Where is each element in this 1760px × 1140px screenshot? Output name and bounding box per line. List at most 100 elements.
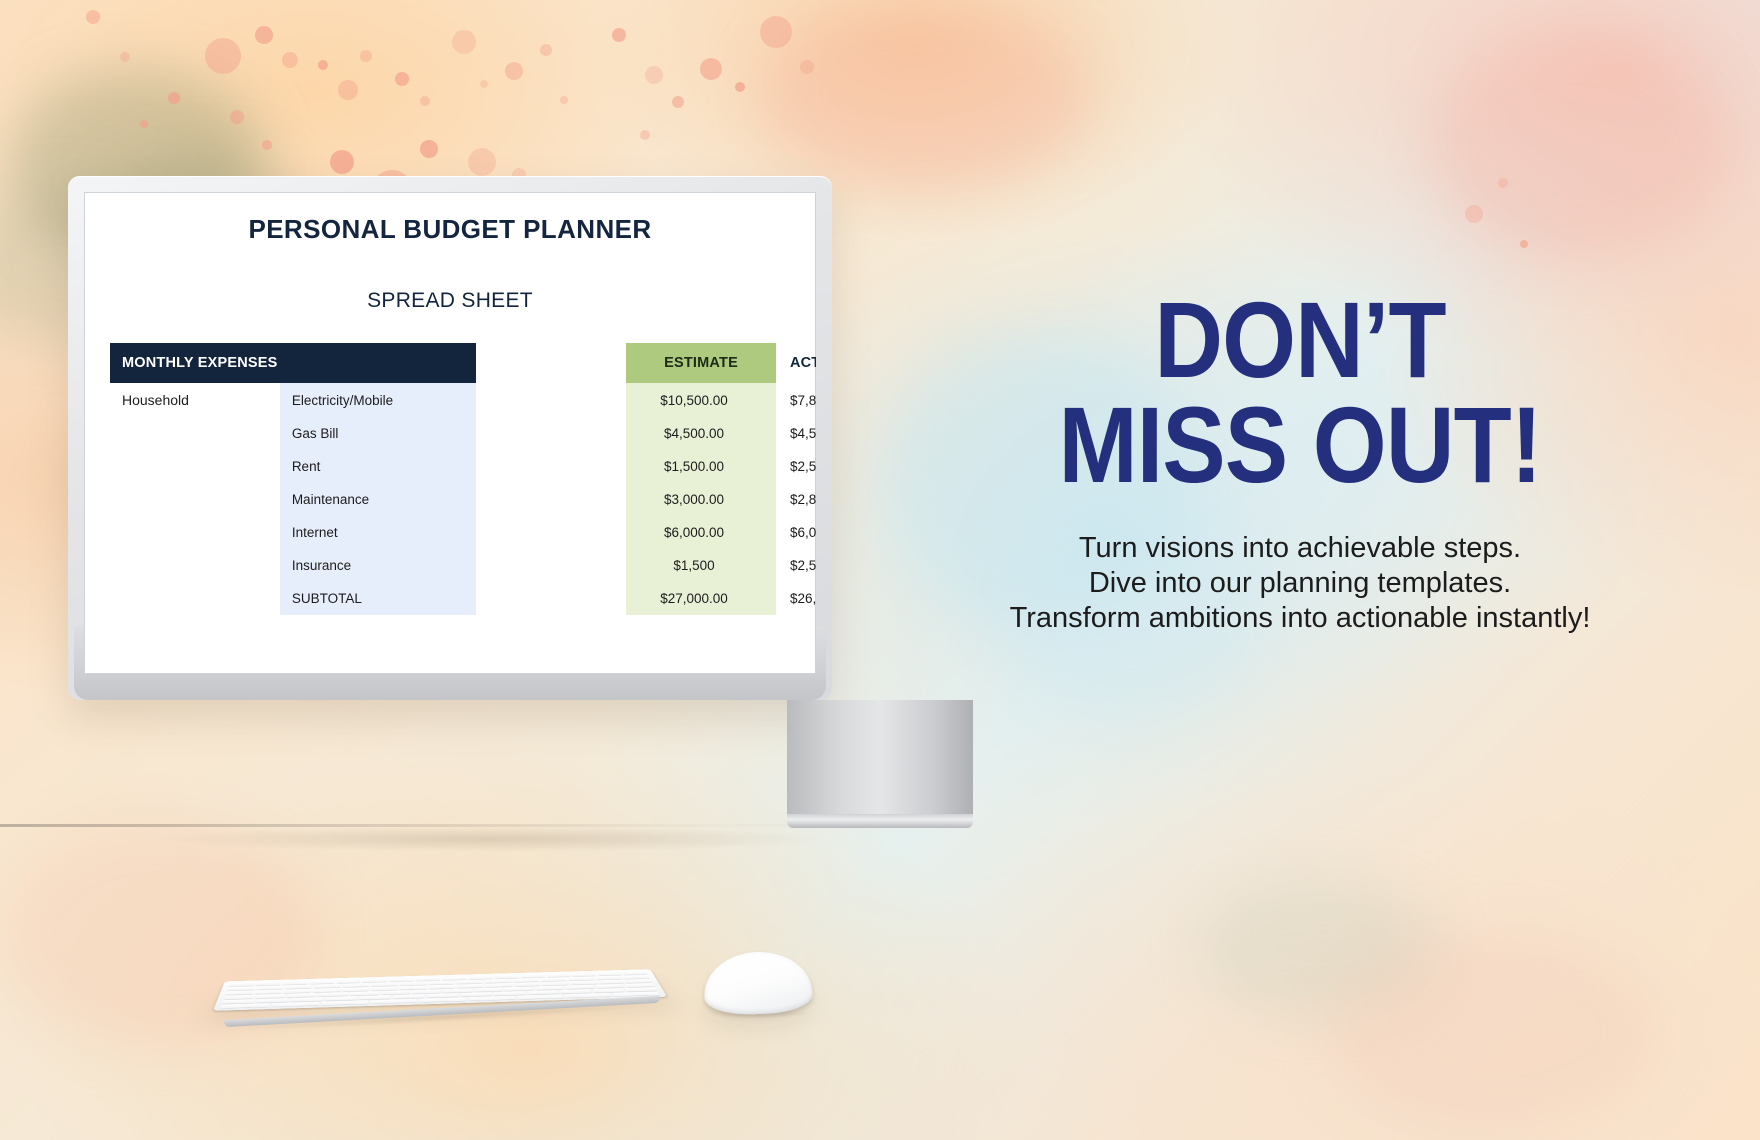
column-header-estimate: ESTIMATE	[626, 343, 776, 383]
paint-splatter-dot	[120, 52, 130, 62]
page-title: PERSONAL BUDGET PLANNER	[110, 214, 790, 245]
table-row: Rent$1,500.00$2,500.00	[110, 450, 790, 483]
cell-estimate[interactable]: $3,000.00	[626, 483, 776, 516]
table-row: SUBTOTAL$27,000.00$26,100.00	[110, 582, 790, 615]
cell-estimate[interactable]: $6,000.00	[626, 516, 776, 549]
paint-splatter-dot	[672, 96, 684, 108]
row-group-label: Household	[110, 383, 280, 417]
cell-estimate[interactable]: $4,500.00	[626, 417, 776, 450]
cell-estimate[interactable]: $1,500	[626, 549, 776, 582]
table-row: Household Electricity/Mobile $10,500.00 $7,…	[110, 383, 790, 417]
keyboard-key[interactable]	[565, 993, 612, 998]
paint-splatter-dot	[505, 62, 523, 80]
cell-spacer	[776, 383, 790, 417]
keyboard-key[interactable]	[625, 983, 655, 987]
paint-splatter-dot	[230, 110, 244, 124]
paint-splatter-dot	[540, 44, 552, 56]
cell-spacer	[776, 582, 790, 615]
keyboard-key[interactable]	[474, 988, 503, 992]
cell-spacer	[476, 516, 626, 549]
paint-splatter-dot	[1520, 240, 1528, 248]
cell-spacer	[776, 417, 790, 450]
paint-splatter-dot	[205, 38, 241, 74]
paint-splatter-dot	[360, 50, 372, 62]
paint-splatter-dot	[480, 80, 488, 88]
row-group-empty	[110, 417, 280, 450]
cell-spacer	[476, 450, 626, 483]
pink-wash-blot	[1430, 30, 1730, 260]
table-row: Maintenance$3,000.00$2,800.00	[110, 483, 790, 516]
cell-spacer	[476, 549, 626, 582]
paint-splatter-dot	[735, 82, 745, 92]
keyboard-key[interactable]	[420, 997, 467, 1002]
promo-body-line: Transform ambitions into actionable inst…	[880, 601, 1720, 636]
keyboard-key[interactable]	[321, 1000, 369, 1005]
keyboard-key[interactable]	[571, 973, 596, 977]
monitor-stand-neck	[787, 700, 973, 816]
desk-edge-line	[0, 824, 1000, 827]
monitor-screen[interactable]: PERSONAL BUDGET PLANNER SPREAD SHEET MON…	[84, 192, 816, 674]
paint-splatter-dot	[140, 120, 148, 128]
paint-splatter-dot	[640, 130, 650, 140]
keyboard-key[interactable]	[271, 1002, 320, 1007]
keyboard-key[interactable]	[517, 995, 564, 1000]
table-row: Insurance$1,500$2,500	[110, 549, 790, 582]
cell-spacer	[476, 417, 626, 450]
row-group-empty	[110, 582, 280, 615]
row-group-empty	[110, 450, 280, 483]
keyboard-key[interactable]	[220, 1003, 269, 1008]
monitor-shadow	[150, 826, 830, 852]
paint-splatter-dot	[800, 60, 814, 74]
keyboard-key[interactable]	[381, 990, 410, 994]
cell-spacer	[776, 450, 790, 483]
promo-block: DON’T MISS OUT! Turn visions into achiev…	[880, 290, 1720, 637]
cell-item[interactable]: Internet	[280, 516, 476, 549]
cell-item[interactable]: Rent	[280, 450, 476, 483]
cell-item[interactable]: Electricity/Mobile	[280, 383, 476, 417]
page-subtitle: SPREAD SHEET	[110, 289, 790, 313]
paint-splatter-dot	[255, 26, 273, 44]
computer-monitor: PERSONAL BUDGET PLANNER SPREAD SHEET MON…	[68, 176, 832, 700]
spreadsheet-document: PERSONAL BUDGET PLANNER SPREAD SHEET MON…	[84, 192, 816, 674]
paint-splatter-dot	[262, 140, 272, 150]
paint-splatter-dot	[420, 96, 430, 106]
cell-estimate[interactable]: $27,000.00	[626, 582, 776, 615]
paint-splatter-dot	[420, 140, 438, 158]
paint-splatter-dot	[1465, 205, 1483, 223]
headline-line-2: MISS OUT!	[930, 395, 1669, 494]
cell-spacer	[476, 383, 626, 417]
cell-estimate[interactable]: $10,500.00	[626, 383, 776, 417]
cell-estimate[interactable]: $1,500.00	[626, 450, 776, 483]
keyboard-key[interactable]	[468, 996, 515, 1001]
promo-body-line: Turn visions into achievable steps.	[880, 531, 1720, 566]
promo-body-copy: Turn visions into achievable steps. Dive …	[880, 531, 1720, 637]
pink-wash-blot	[0, 820, 320, 1050]
paint-splatter-dot	[452, 30, 476, 54]
header-spacer	[776, 343, 790, 383]
header-spacer	[476, 343, 626, 383]
paint-splatter-dot	[168, 92, 180, 104]
keyboard-key[interactable]	[370, 999, 417, 1004]
keyboard-key[interactable]	[319, 992, 349, 996]
paint-splatter-dot	[338, 80, 358, 100]
cell-item[interactable]: Insurance	[280, 549, 476, 582]
cell-spacer	[476, 582, 626, 615]
cell-item[interactable]: Maintenance	[280, 483, 476, 516]
keyboard-key[interactable]	[595, 976, 622, 980]
paint-splatter-dot	[612, 28, 626, 42]
cell-item[interactable]: Gas Bill	[280, 417, 476, 450]
keyboard-key[interactable]	[457, 984, 484, 988]
cell-spacer	[776, 483, 790, 516]
paint-splatter-dot	[86, 10, 100, 24]
pink-wash-blot	[760, 0, 1090, 190]
row-group-empty	[110, 516, 280, 549]
row-group-empty	[110, 483, 280, 516]
paint-splatter-dot	[330, 150, 354, 174]
headline-line-1: DON’T	[930, 290, 1669, 389]
keyboard-key[interactable]	[535, 986, 564, 990]
paint-splatter-dot	[700, 58, 722, 80]
column-header-monthly-expenses: MONTHLY EXPENSES	[110, 343, 476, 383]
cell-item[interactable]: SUBTOTAL	[280, 582, 476, 615]
table-header-row: MONTHLY EXPENSES ESTIMATE ACTUAL	[110, 343, 790, 383]
keyboard-key[interactable]	[443, 989, 472, 993]
